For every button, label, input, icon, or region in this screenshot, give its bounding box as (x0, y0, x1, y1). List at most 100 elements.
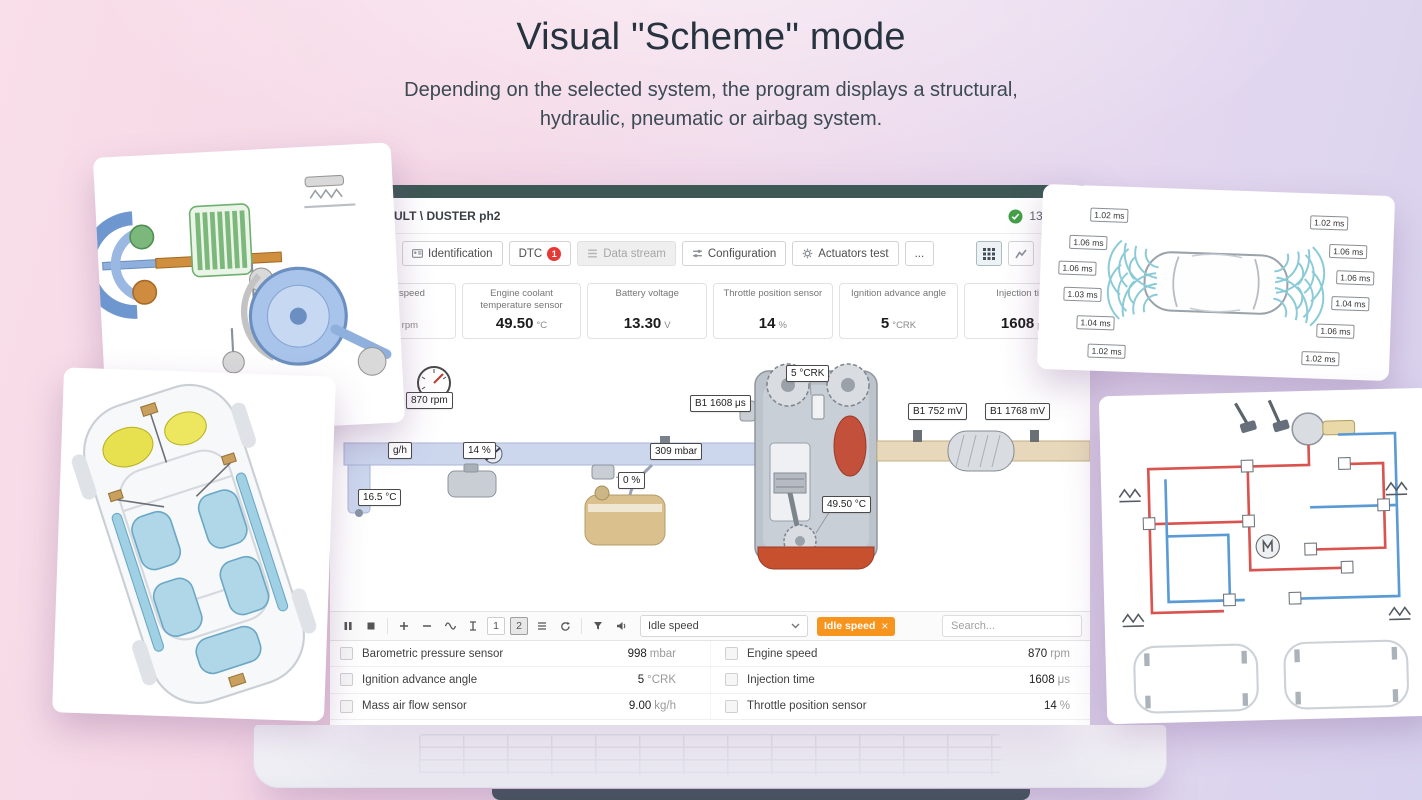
list-icon (538, 622, 546, 630)
filter-button[interactable] (588, 616, 608, 636)
speaker-icon (616, 622, 625, 630)
brake-booster (1291, 412, 1325, 446)
label-manifold-pressure: 309 mbar (650, 443, 703, 460)
view-2-button[interactable]: 2 (510, 617, 528, 635)
table-cell: Mass air flow sensor 9.00 kg/h (330, 694, 710, 719)
hydraulic-circuit-blue (1164, 431, 1401, 604)
table-cell: Engine speed 870 rpm (710, 641, 1090, 667)
row-checkbox[interactable] (340, 673, 353, 687)
car-outlines (1133, 639, 1409, 714)
row-checkbox[interactable] (340, 699, 353, 713)
graph-view-button[interactable] (1008, 241, 1034, 266)
tab-data-stream[interactable]: Data stream (577, 241, 676, 266)
id-card-icon (412, 249, 423, 258)
subtitle-line-2: hydraulic, pneumatic or airbag system. (539, 108, 883, 130)
interval-button[interactable] (463, 616, 483, 636)
sensor-time-label: 1.06 ms (1316, 323, 1355, 339)
airbag-schematic (71, 383, 317, 705)
sensor-time-label: 1.03 ms (1063, 286, 1102, 303)
hydraulic-circuit-red (1146, 444, 1387, 615)
refresh-button[interactable] (555, 616, 575, 636)
row-checkbox[interactable] (340, 647, 353, 661)
line-chart-icon (1015, 249, 1027, 258)
scheme-view-button[interactable] (976, 241, 1002, 266)
catalytic-converter (947, 430, 1015, 472)
clutch-pack (188, 203, 253, 278)
table-row: Mass air flow sensor 9.00 kg/h Throttle p… (330, 693, 1090, 720)
pause-icon (344, 622, 352, 630)
sensor-time-label: 1.02 ms (1087, 343, 1127, 359)
pause-button[interactable] (338, 616, 358, 636)
subtitle-line-1: Depending on the selected system, the pr… (404, 79, 1018, 101)
table-row: Barometric pressure sensor 998 mbar Engin… (330, 641, 1090, 668)
stop-button[interactable] (361, 616, 381, 636)
smooth-curve-button[interactable] (440, 616, 460, 636)
sensor-time-label: 1.02 ms (1309, 215, 1349, 231)
minus-icon (423, 625, 431, 627)
master-cylinder (1322, 419, 1356, 436)
sensor-card-ignition-advance[interactable]: Ignition advance angle 5 °CRK (838, 283, 959, 339)
label-purge-valve: 0 % (618, 472, 646, 489)
sensor-time-label: 1.06 ms (1336, 270, 1375, 286)
pedal-assembly (1234, 399, 1356, 446)
label-ignition-advance: 5 °CRK (786, 365, 830, 382)
laptop-screen: RENAULT \ DUSTER ph2 13. Identification … (330, 185, 1090, 725)
label-injection-time: B1 1608 μs (690, 395, 751, 412)
sensor-card-throttle-position[interactable]: Throttle position sensor 14% (713, 283, 833, 339)
sensor-time-label: 1.06 ms (1069, 234, 1108, 251)
sensor-time-label: 1.04 ms (1331, 296, 1370, 312)
label-engine-speed: 870 rpm (406, 392, 453, 409)
zoom-out-button[interactable] (417, 616, 437, 636)
list-view-button[interactable] (532, 616, 552, 636)
lambda-sensor-downstream (1030, 430, 1039, 442)
check-circle-icon (1008, 209, 1023, 223)
tab-dtc[interactable]: DTC 1 (508, 241, 572, 266)
table-cell: Injection time 1608 μs (710, 667, 1090, 693)
tab-actuators-test[interactable]: Actuators test (792, 241, 899, 266)
sensor-time-label: 1.06 ms (1328, 243, 1368, 260)
brake-hydraulic-schematic (1118, 399, 1411, 714)
zoom-in-button[interactable] (394, 616, 414, 636)
sensor-card-battery-voltage[interactable]: Battery voltage 13.30 V (587, 283, 708, 339)
oil-pan (757, 546, 875, 570)
parameter-group-select[interactable]: Idle speed (640, 615, 808, 637)
exhaust-manifold (833, 415, 867, 477)
view-1-button[interactable]: 1 (487, 617, 505, 635)
sensor-time-label: 1.04 ms (1076, 315, 1116, 331)
grid-icon (983, 247, 995, 260)
funnel-icon (594, 622, 602, 630)
row-checkbox[interactable] (725, 647, 738, 661)
keyboard-keys (419, 734, 1001, 775)
app-toolbar: Identification DTC 1 Data stream Configu… (330, 237, 1090, 271)
sensor-time-label: 1.02 ms (1301, 351, 1340, 367)
sensor-cards-row: Engine speed 870rpm Engine coolant tempe… (330, 283, 1090, 339)
table-cell: Throttle position sensor 14% (710, 693, 1090, 719)
close-icon[interactable]: × (881, 620, 888, 632)
parameters-table: Barometric pressure sensor 998 mbar Engin… (330, 641, 1090, 725)
chevron-down-icon (791, 623, 800, 629)
laptop-keyboard-base (253, 725, 1167, 788)
car-top-view (1143, 251, 1289, 315)
iat-sensor (355, 509, 363, 517)
page-subtitle: Depending on the selected system, the pr… (0, 76, 1422, 134)
table-cell: Ignition advance angle 5 °CRK (330, 667, 710, 692)
row-checkbox[interactable] (725, 673, 738, 687)
laptop-front-edge (492, 789, 1030, 800)
brake-hydraulic-scheme-card (1098, 387, 1422, 725)
label-lambda-upstream: B1 752 mV (908, 403, 968, 420)
tab-more[interactable]: ... (904, 241, 935, 266)
label-mass-air-flow: g/h (388, 442, 412, 459)
tab-configuration[interactable]: Configuration (681, 241, 787, 266)
search-input[interactable] (942, 615, 1082, 637)
filter-chip-idle-speed[interactable]: Idle speed × (817, 616, 896, 636)
list-icon (588, 249, 598, 258)
row-checkbox[interactable] (725, 699, 738, 713)
sensor-card-coolant-temp[interactable]: Engine coolant temperature sensor 49.50 °… (461, 283, 582, 339)
interval-icon (470, 621, 476, 631)
stream-toolbar: 1 2 Idle speed Idle speed × (330, 611, 1090, 641)
lambda-sensor-upstream (913, 430, 922, 442)
tab-identification[interactable]: Identification (402, 241, 503, 266)
plus-icon (400, 622, 408, 630)
sensor-time-label: 1.02 ms (1090, 207, 1129, 223)
sound-button[interactable] (611, 616, 631, 636)
